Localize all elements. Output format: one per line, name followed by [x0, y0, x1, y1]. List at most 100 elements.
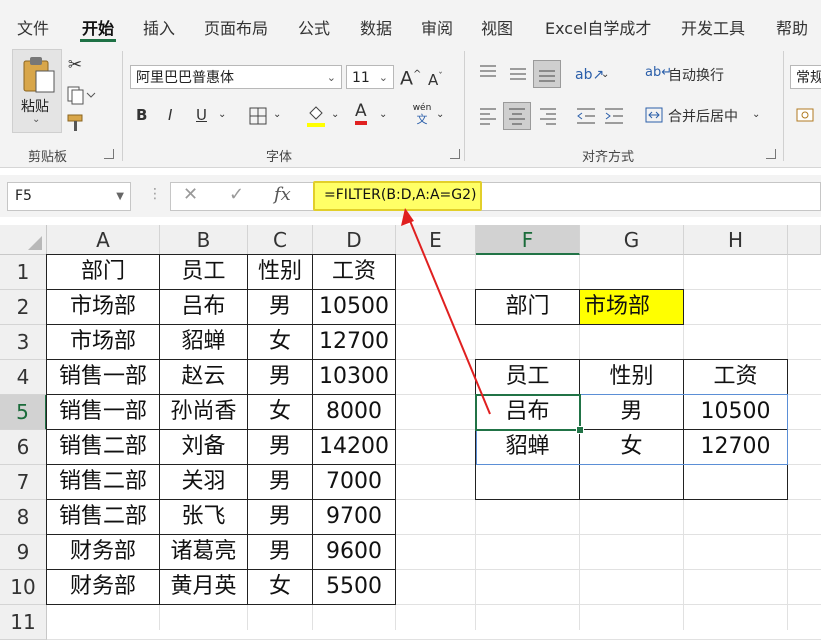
column-header-c[interactable]: C	[248, 225, 313, 255]
row-header-1[interactable]: 1	[0, 255, 47, 290]
row-header-2[interactable]: 2	[0, 290, 47, 325]
table-cell[interactable]: 张飞	[160, 500, 248, 535]
table-cell[interactable]: 8000	[313, 395, 396, 430]
criteria-label-cell[interactable]: 部门	[476, 290, 580, 325]
underline-button[interactable]: U	[196, 103, 207, 127]
tab-data[interactable]: 数据	[360, 15, 392, 39]
table-cell[interactable]: 财务部	[47, 570, 160, 605]
font-name-select[interactable]: 阿里巴巴普惠体 ⌄	[130, 65, 342, 89]
number-format-select[interactable]: 常规	[790, 65, 821, 89]
column-header-f[interactable]: F	[476, 225, 580, 255]
table-header-cell[interactable]: 工资	[313, 255, 396, 290]
column-header-a[interactable]: A	[47, 225, 160, 255]
tab-insert[interactable]: 插入	[143, 15, 175, 39]
align-right-icon[interactable]	[538, 105, 558, 127]
tab-formulas[interactable]: 公式	[298, 15, 330, 39]
empty-result-cell[interactable]	[580, 465, 684, 500]
select-all-button[interactable]	[0, 225, 47, 255]
criteria-value-cell[interactable]: 市场部	[580, 290, 684, 325]
phonetic-guide-button[interactable]: wén 文	[410, 103, 434, 126]
insert-function-icon[interactable]: fx	[274, 184, 291, 205]
decrease-font-size-button[interactable]: Aˇ	[428, 65, 443, 92]
fill-color-icon[interactable]	[305, 103, 327, 129]
table-cell[interactable]: 销售一部	[47, 395, 160, 430]
format-painter-icon[interactable]	[66, 113, 88, 133]
table-cell[interactable]: 9600	[313, 535, 396, 570]
clipboard-dialog-launcher[interactable]	[104, 149, 114, 159]
table-cell[interactable]: 男	[248, 290, 313, 325]
copy-icon[interactable]	[66, 85, 96, 105]
chevron-down-icon[interactable]: ⌄	[331, 103, 339, 127]
table-cell[interactable]: 5500	[313, 570, 396, 605]
italic-button[interactable]: I	[168, 103, 172, 127]
tab-file[interactable]: 文件	[17, 15, 49, 39]
table-cell[interactable]: 市场部	[47, 325, 160, 360]
formula-input[interactable]	[170, 182, 821, 211]
row-header-9[interactable]: 9	[0, 535, 47, 570]
align-top-icon[interactable]	[478, 63, 498, 81]
table-cell[interactable]: 市场部	[47, 290, 160, 325]
row-header-5[interactable]: 5	[0, 395, 47, 430]
table-cell[interactable]: 诸葛亮	[160, 535, 248, 570]
result-header-cell[interactable]: 员工	[476, 360, 580, 395]
enter-icon[interactable]: ✓	[229, 184, 244, 205]
table-cell[interactable]: 关羽	[160, 465, 248, 500]
row-header-7[interactable]: 7	[0, 465, 47, 500]
accounting-format-icon[interactable]	[795, 105, 817, 125]
active-cell-f5[interactable]	[475, 394, 581, 431]
tab-page-layout[interactable]: 页面布局	[204, 15, 268, 39]
chevron-down-icon[interactable]: ⌄	[218, 103, 226, 127]
increase-indent-icon[interactable]	[603, 105, 625, 127]
tab-view[interactable]: 视图	[481, 15, 513, 39]
column-header-h[interactable]: H	[684, 225, 788, 255]
table-cell[interactable]: 销售二部	[47, 430, 160, 465]
result-header-cell[interactable]: 性别	[580, 360, 684, 395]
table-cell[interactable]: 男	[248, 465, 313, 500]
increase-font-size-button[interactable]: A^	[400, 63, 421, 90]
table-cell[interactable]: 男	[248, 535, 313, 570]
fill-handle[interactable]	[576, 426, 584, 434]
table-cell[interactable]: 男	[248, 430, 313, 465]
align-left-icon[interactable]	[478, 105, 498, 127]
row-header-4[interactable]: 4	[0, 360, 47, 395]
orientation-icon[interactable]: ab↗	[575, 63, 604, 87]
table-cell[interactable]: 7000	[313, 465, 396, 500]
column-header-partial[interactable]	[788, 225, 821, 255]
decrease-indent-icon[interactable]	[575, 105, 597, 127]
result-header-cell[interactable]: 工资	[684, 360, 788, 395]
align-center-button[interactable]	[503, 102, 531, 130]
alignment-dialog-launcher[interactable]	[766, 149, 776, 159]
empty-result-cell[interactable]	[476, 465, 580, 500]
tab-developer[interactable]: 开发工具	[681, 15, 745, 39]
column-header-d[interactable]: D	[313, 225, 396, 255]
table-cell[interactable]: 女	[248, 395, 313, 430]
table-cell[interactable]: 吕布	[160, 290, 248, 325]
table-header-cell[interactable]: 部门	[47, 255, 160, 290]
empty-result-cell[interactable]	[684, 465, 788, 500]
tab-excel-self-study[interactable]: Excel自学成才	[545, 15, 651, 39]
table-cell[interactable]: 黄月英	[160, 570, 248, 605]
table-cell[interactable]: 女	[248, 570, 313, 605]
chevron-down-icon[interactable]: ⌄	[273, 103, 281, 127]
font-dialog-launcher[interactable]	[450, 149, 460, 159]
paste-button[interactable]: 粘贴 ⌄	[12, 49, 62, 133]
column-header-g[interactable]: G	[580, 225, 684, 255]
table-cell[interactable]: 9700	[313, 500, 396, 535]
row-header-8[interactable]: 8	[0, 500, 47, 535]
cancel-icon[interactable]: ✕	[183, 184, 198, 205]
bold-button[interactable]: B	[136, 103, 147, 127]
row-header-11[interactable]: 11	[0, 605, 47, 640]
name-box[interactable]: F5 ▼	[7, 182, 131, 211]
table-cell[interactable]: 销售二部	[47, 500, 160, 535]
row-header-3[interactable]: 3	[0, 325, 47, 360]
table-cell[interactable]: 14200	[313, 430, 396, 465]
cut-icon[interactable]: ✂	[64, 53, 86, 77]
table-header-cell[interactable]: 员工	[160, 255, 248, 290]
tab-review[interactable]: 审阅	[421, 15, 453, 39]
table-cell[interactable]: 12700	[313, 325, 396, 360]
table-cell[interactable]: 销售一部	[47, 360, 160, 395]
table-cell[interactable]: 赵云	[160, 360, 248, 395]
chevron-down-icon[interactable]: ⌄	[601, 63, 609, 87]
table-cell[interactable]: 貂蝉	[160, 325, 248, 360]
chevron-down-icon[interactable]: ⌄	[752, 103, 760, 127]
